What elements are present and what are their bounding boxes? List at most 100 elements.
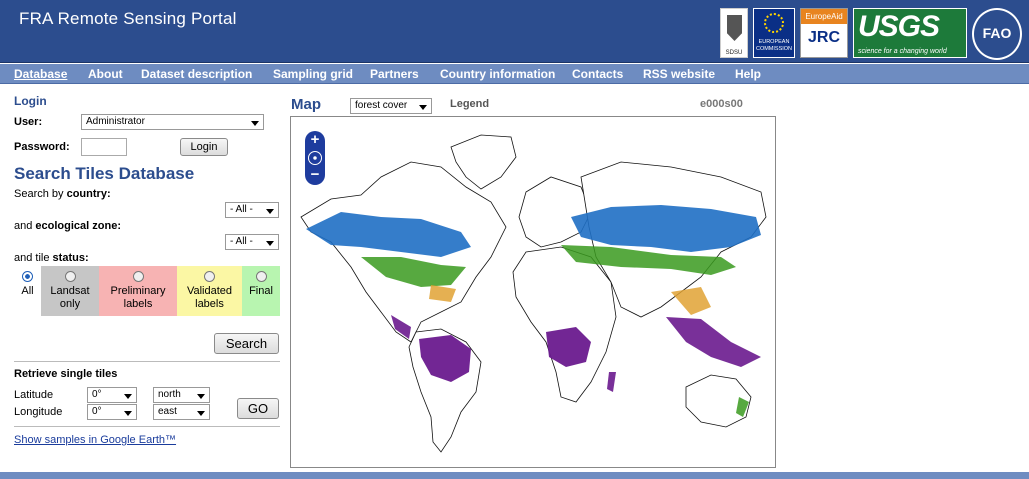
footer-bar [0,472,1029,479]
header-bar: FRA Remote Sensing Portal SDSU EUROPEAN … [0,0,1029,63]
european-commission-logo[interactable]: EUROPEAN COMMISSION [753,8,795,58]
latitude-select[interactable]: 0° [87,387,137,403]
retrieve-heading: Retrieve single tiles [14,368,118,380]
usgs-tagline: science for a changing world [858,48,947,55]
latitude-direction-select[interactable]: north [153,387,210,403]
eu-stars-icon [764,13,784,33]
legend-link[interactable]: Legend [450,98,489,110]
go-button[interactable]: GO [237,398,279,419]
shield-icon [727,15,742,41]
chevron-down-icon [419,105,427,110]
status-label-line2: only [59,298,81,310]
chevron-down-icon [197,411,205,416]
google-earth-link[interactable]: Show samples in Google Earth™ [14,434,176,446]
tile-code: e000s00 [700,98,743,110]
sdsu-logo-text: SDSU [725,50,743,56]
app-title: FRA Remote Sensing Portal [19,9,237,28]
sdsu-logo[interactable]: SDSU [720,8,748,58]
world-map-svg [300,134,767,453]
latitude-label: Latitude [14,389,54,401]
status-filter-label: and tile status: [14,252,89,264]
status-option-preliminary[interactable]: Preliminary labels [99,266,177,316]
globe-icon[interactable] [308,151,322,165]
main-nav: Database About Dataset description Sampl… [0,64,1029,84]
chevron-down-icon [266,209,274,214]
tropical-forest-southeast-asia [666,317,761,367]
europe-outline [518,176,592,248]
zoom-control: + − [305,131,325,185]
zoom-out-icon[interactable]: − [306,166,324,184]
eco-zone-select[interactable]: - All - [225,234,279,250]
latitude-value: 0° [92,389,102,400]
longitude-direction-select[interactable]: east [153,404,210,420]
map-layer-value: forest cover [355,100,408,111]
status-option-validated[interactable]: Validated labels [177,266,242,316]
jrc-logo[interactable]: EuropeAid JRC [800,8,848,58]
chevron-down-icon [251,121,259,126]
usgs-logo-text: USGS [858,10,940,43]
divider [14,361,280,362]
status-label: Validated [186,285,233,297]
password-input[interactable] [81,138,127,156]
greenland-outline [450,134,517,190]
eco-zone-select-value: - All - [230,236,253,247]
fao-logo-text: FAO [982,25,1012,41]
radio-validated[interactable] [204,271,215,282]
longitude-label: Longitude [14,406,63,418]
user-select[interactable]: Administrator [81,114,264,130]
status-label: Landsat [50,285,90,297]
status-label-line2: labels [123,298,153,310]
radio-landsat-only[interactable] [64,271,76,282]
nav-partners[interactable]: Partners [370,67,419,81]
login-heading: Login [14,94,47,108]
search-heading: Search Tiles Database [14,164,195,183]
nav-rss-website[interactable]: RSS website [643,67,715,81]
divider [14,426,280,427]
nav-help[interactable]: Help [735,67,761,81]
status-option-landsat-only[interactable]: Landsat only [41,266,99,316]
country-select[interactable]: - All - [225,202,279,218]
search-button[interactable]: Search [214,333,279,354]
longitude-direction-value: east [158,406,177,417]
nav-database[interactable]: Database [14,67,67,81]
map-title: Map [291,96,321,113]
status-label: Preliminary [110,285,166,297]
status-label-line2: labels [195,298,224,310]
map-layer-select[interactable]: forest cover [350,98,432,114]
chevron-down-icon [124,394,132,399]
status-label: All [21,285,34,297]
radio-preliminary[interactable] [132,271,144,282]
chevron-down-icon [266,241,274,246]
radio-all[interactable] [22,271,33,282]
radio-final[interactable] [255,271,267,282]
ec-logo-text: EUROPEAN COMMISSION [755,39,793,52]
user-select-value: Administrator [86,116,145,127]
chevron-down-icon [124,411,132,416]
nav-contacts[interactable]: Contacts [572,67,623,81]
password-label: Password: [14,141,70,153]
subtropical-forest-asia [671,287,711,315]
tropical-forest-madagascar [607,372,616,392]
nav-dataset-description[interactable]: Dataset description [141,67,252,81]
usgs-logo[interactable]: USGS science for a changing world [853,8,967,58]
nav-country-information[interactable]: Country information [440,67,555,81]
europeaid-text: EuropeAid [801,9,847,24]
fao-logo[interactable]: FAO [972,8,1022,60]
user-label: User: [14,116,43,128]
status-option-all[interactable]: All [14,266,41,316]
zoom-in-icon[interactable]: + [306,131,324,149]
chevron-down-icon [197,394,205,399]
country-select-value: - All - [230,204,253,215]
country-filter-label: Search by country: [14,188,111,200]
nav-about[interactable]: About [88,67,123,81]
login-button[interactable]: Login [180,138,228,156]
status-label: Final [249,285,273,297]
jrc-logo-text: JRC [807,29,840,46]
world-map[interactable]: + − [290,116,776,468]
longitude-select[interactable]: 0° [87,404,137,420]
status-option-final[interactable]: Final [242,266,280,316]
africa-outline [512,246,617,403]
longitude-value: 0° [92,406,102,417]
eco-zone-filter-label: and ecological zone: [14,220,122,232]
nav-sampling-grid[interactable]: Sampling grid [273,67,353,81]
